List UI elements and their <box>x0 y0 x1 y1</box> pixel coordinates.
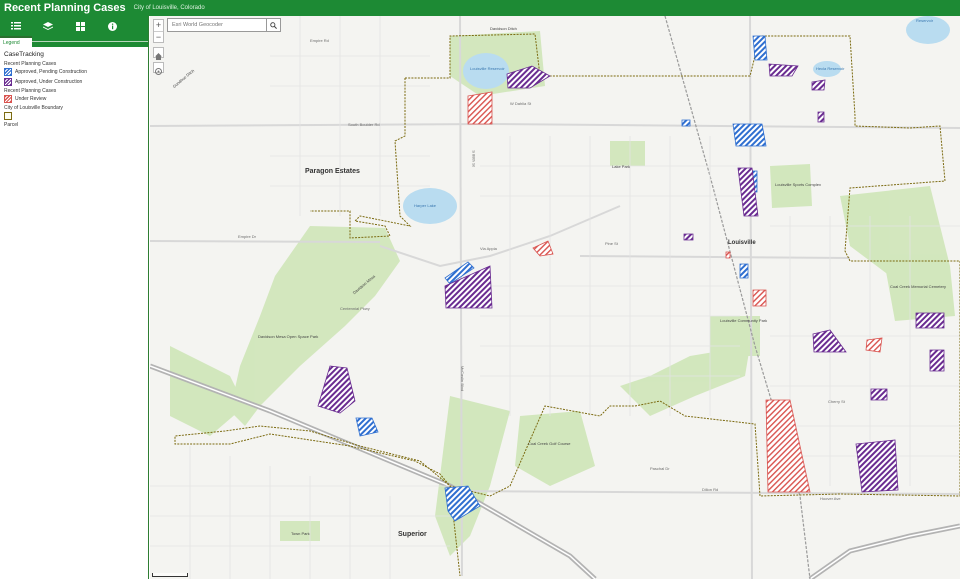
home-button[interactable] <box>153 47 164 60</box>
legend-label-pending: Approved, Pending Construction <box>15 69 87 75</box>
legend-swatch-under-review <box>4 95 12 103</box>
northwest-parkway <box>808 523 960 579</box>
place-label: Louisville Sports Complex <box>775 182 822 187</box>
road-label: S 88th St <box>471 150 477 167</box>
east-open-space <box>840 186 950 276</box>
place-label: Hecla Reservoir <box>816 66 845 71</box>
lake-park <box>610 141 645 166</box>
zoom-out-button[interactable]: − <box>154 31 163 42</box>
tab-legend[interactable]: Legend <box>0 36 32 47</box>
legend-item-under-construction: Approved, Under Construction <box>4 78 144 86</box>
place-label: Town Park <box>291 531 310 536</box>
road-label: South Boulder Rd <box>348 122 380 127</box>
legend-content: CaseTracking Recent Planning Cases Appro… <box>0 47 148 133</box>
layers-tool-button[interactable] <box>32 16 64 36</box>
geocoder-search <box>167 18 281 32</box>
place-label: Coal Creek Golf Course <box>528 441 571 446</box>
legend-group-title: Recent Planning Cases <box>4 61 57 67</box>
louisville-reservoir <box>463 53 509 89</box>
center-greenbelt <box>435 396 510 556</box>
legend-swatch-under-construction <box>4 78 12 86</box>
legend-swatch-pending <box>4 68 12 76</box>
panel-tabbar: Legend <box>0 36 148 47</box>
place-label: Louisville Reservoir <box>470 66 505 71</box>
road-label: Empire Dr <box>238 234 257 239</box>
road-label: McCaslin Blvd <box>460 365 466 392</box>
road-label: Via Appia <box>480 246 497 251</box>
legend-label-under-construction: Approved, Under Construction <box>15 79 83 85</box>
zoom-in-button[interactable]: + <box>154 20 163 31</box>
road-label: Pine St <box>605 241 618 246</box>
road-highway-42 <box>749 16 753 579</box>
road-label: Empire Rd <box>310 38 329 43</box>
basemap <box>150 16 960 579</box>
legend-layer-title: CaseTracking <box>4 51 44 58</box>
road-label: Centennial Pkwy <box>340 306 370 311</box>
map-view[interactable]: Paragon Estates Superior Louisville Harp… <box>150 16 960 579</box>
home-icon <box>155 53 162 60</box>
place-label: Davidson Mesa Open Space Park <box>258 334 319 339</box>
place-label: Louisville Community Park <box>720 318 768 323</box>
search-icon <box>270 21 277 29</box>
cases-under-construction <box>317 63 945 493</box>
golf-course <box>515 411 595 486</box>
info-icon <box>107 21 117 31</box>
app-header: Recent Planning Cases City of Louisville… <box>0 0 960 16</box>
place-label: Lake Park <box>612 164 631 169</box>
sidebar-panel: Legend CaseTracking Recent Planning Case… <box>0 16 149 579</box>
legend-item-under-review: Under Review <box>4 95 144 103</box>
legend-tool-button[interactable] <box>0 16 32 36</box>
place-label: Superior <box>398 531 427 538</box>
road-empire <box>150 240 381 243</box>
legend-item-boundary <box>4 112 144 120</box>
place-label: Reservoir <box>916 18 934 23</box>
place-label: Coal Creek Memorial Cemetery <box>890 284 947 289</box>
northwest-parkway-centerline <box>809 525 960 579</box>
road-label: Cherry St <box>828 399 845 404</box>
search-button[interactable] <box>266 19 280 31</box>
road-label: W Dahlia St <box>510 101 532 106</box>
railroad <box>664 16 811 579</box>
legend-swatch-boundary <box>4 112 12 120</box>
tab-divider <box>32 41 148 42</box>
legend-boundary-title: City of Louisville Boundary <box>4 105 63 111</box>
legend-parcel-title: Parcel <box>4 122 19 128</box>
about-tool-button[interactable] <box>96 16 128 36</box>
scale-bar <box>152 573 188 577</box>
place-label: Harper Lake <box>414 203 437 208</box>
road-pine <box>579 255 851 259</box>
app-subtitle: City of Louisville, Colorado <box>133 5 205 11</box>
legend-group-title: Recent Planning Cases <box>4 88 57 94</box>
road-label: Dillon Rd <box>702 487 719 492</box>
list-icon <box>11 22 21 30</box>
locate-button[interactable] <box>153 62 164 75</box>
search-input[interactable] <box>168 19 266 31</box>
road-south-boulder <box>150 122 960 129</box>
road-label: Hoover Ave <box>820 496 841 501</box>
layers-icon <box>43 21 53 30</box>
legend-item-pending: Approved, Pending Construction <box>4 68 144 76</box>
road-label: Paschal Dr <box>650 466 670 471</box>
basemap-grid-icon <box>75 21 85 31</box>
place-label: Louisville <box>728 240 756 246</box>
place-label: Davidson Ditch <box>490 26 517 31</box>
app-title: Recent Planning Cases <box>4 2 126 14</box>
sidebar-toolbar <box>0 16 148 36</box>
zoom-control: + − <box>153 19 164 43</box>
place-label: Paragon Estates <box>305 168 360 175</box>
legend-label-under-review: Under Review <box>15 96 47 102</box>
west-greenbelt <box>170 346 245 436</box>
park-areas <box>170 31 955 556</box>
locate-icon <box>155 68 162 75</box>
basemap-tool-button[interactable] <box>64 16 96 36</box>
davidson-mesa-open-space <box>230 226 400 426</box>
